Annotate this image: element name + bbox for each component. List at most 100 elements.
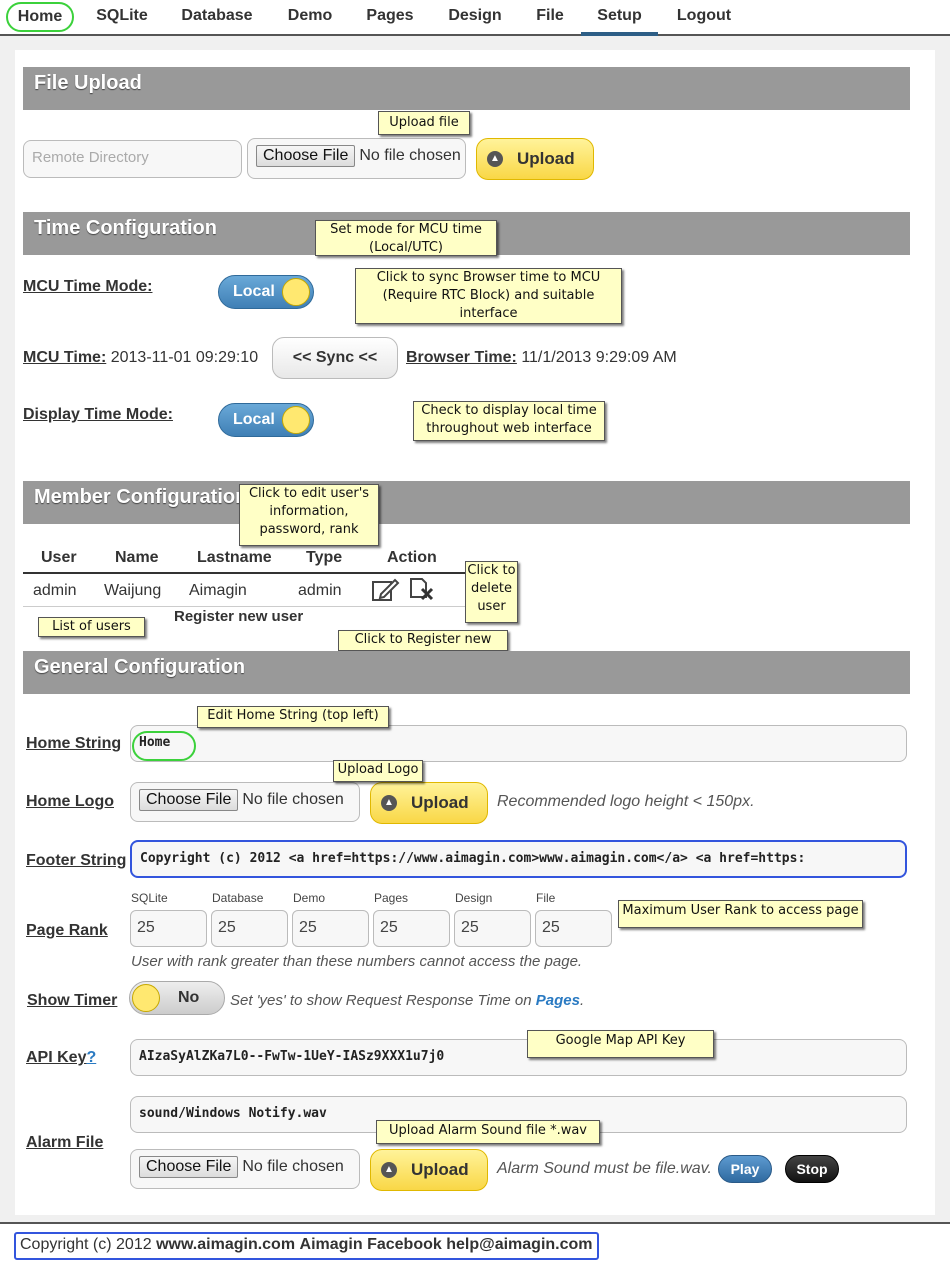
rank-label-database: Database (212, 891, 264, 905)
callout-sync: Click to sync Browser time to MCU (Requi… (355, 268, 622, 324)
home-string-highlight (132, 731, 196, 761)
alarm-hint: Alarm Sound must be file.wav. (497, 1160, 712, 1177)
stop-button[interactable]: Stop (785, 1155, 839, 1183)
no-file-text: No file chosen (359, 147, 461, 164)
footer-string-label: Footer String (26, 852, 127, 869)
col-lastname: Lastname (197, 549, 272, 566)
display-time-mode-label: Display Time Mode: (23, 406, 173, 423)
chevron-up-icon: ▲ (381, 1162, 397, 1178)
rank-input-file[interactable]: 25 (535, 910, 612, 947)
section-member-config: Member Configuration (23, 481, 910, 524)
callout-register: Click to Register new (338, 630, 508, 651)
choose-file-button[interactable]: Choose File (256, 145, 356, 167)
rank-label-demo: Demo (293, 891, 326, 905)
choose-file-button[interactable]: Choose File (139, 1156, 239, 1178)
toggle-knob (282, 406, 310, 434)
display-time-mode-toggle[interactable]: Local (218, 403, 314, 437)
callout-upload-file: Upload file (378, 111, 470, 135)
api-key-help-link[interactable]: ? (86, 1049, 96, 1066)
alarm-file-label: Alarm File (26, 1134, 104, 1151)
browser-time-value: 11/1/2013 9:29:09 AM (521, 349, 677, 366)
callout-api-key: Google Map API Key (527, 1030, 714, 1058)
mcu-time-value: 2013-11-01 09:29:10 (110, 349, 259, 366)
callout-alarm: Upload Alarm Sound file *.wav (376, 1120, 600, 1144)
logo-upload-button[interactable]: ▲ Upload (370, 782, 488, 824)
no-file-text: No file chosen (242, 1158, 344, 1175)
mcu-time-row: MCU Time: 2013-11-01 09:29:10 (23, 349, 258, 367)
table-row: admin Waijung Aimagin admin (23, 574, 473, 607)
callout-home-string: Edit Home String (top left) (197, 706, 389, 728)
file-chooser[interactable]: Choose File No file chosen (247, 138, 466, 179)
rank-label-pages: Pages (374, 891, 409, 905)
nav-file[interactable]: File (528, 4, 572, 32)
show-timer-toggle[interactable]: No (129, 981, 225, 1015)
rank-label-design: Design (455, 891, 493, 905)
callout-rank: Maximum User Rank to access page (618, 900, 863, 928)
nav-logout[interactable]: Logout (668, 4, 740, 32)
home-string-input[interactable]: Home (130, 725, 907, 762)
show-timer-label: Show Timer (27, 992, 118, 1009)
alarm-upload-button[interactable]: ▲ Upload (370, 1149, 488, 1191)
rank-label-file: File (536, 891, 556, 905)
delete-icon[interactable] (408, 577, 436, 603)
nav-pages[interactable]: Pages (358, 4, 422, 32)
callout-display-mode: Check to display local time throughout w… (413, 401, 605, 441)
footer-link-facebook[interactable]: Aimagin Facebook (300, 1236, 442, 1253)
browser-time-label: Browser Time: (406, 349, 517, 366)
remote-directory-input[interactable]: Remote Directory (23, 140, 242, 178)
edit-icon[interactable] (371, 577, 401, 603)
no-file-text: No file chosen (242, 791, 344, 808)
footer-string-input[interactable]: Copyright (c) 2012 <a href=https://www.a… (130, 840, 907, 878)
chevron-up-icon: ▲ (381, 795, 397, 811)
nav-sqlite[interactable]: SQLite (90, 4, 154, 32)
footer: Copyright (c) 2012 www.aimagin.com Aimag… (0, 1222, 950, 1263)
nav-home[interactable]: Home (6, 2, 74, 32)
footer-text: Copyright (c) 2012 www.aimagin.com Aimag… (14, 1232, 599, 1260)
rank-hint: User with rank greater than these number… (131, 953, 583, 970)
alarm-file-chooser[interactable]: Choose File No file chosen (130, 1149, 360, 1189)
toggle-knob (282, 278, 310, 306)
nav-design[interactable]: Design (440, 4, 510, 32)
logo-file-chooser[interactable]: Choose File No file chosen (130, 782, 360, 822)
section-general-config: General Configuration (23, 651, 910, 694)
callout-list-users: List of users (38, 617, 145, 637)
rank-input-demo[interactable]: 25 (292, 910, 369, 947)
sync-button[interactable]: << Sync << (272, 337, 398, 379)
toggle-knob (132, 984, 160, 1012)
col-name: Name (115, 549, 159, 566)
nav-demo[interactable]: Demo (280, 4, 340, 32)
mcu-time-mode-toggle[interactable]: Local (218, 275, 314, 309)
col-user: User (41, 549, 77, 566)
callout-edit-user: Click to edit user's information, passwo… (239, 484, 379, 546)
browser-time-row: Browser Time: 11/1/2013 9:29:09 AM (406, 349, 677, 367)
col-action: Action (387, 549, 437, 566)
rank-input-database[interactable]: 25 (211, 910, 288, 947)
rank-input-design[interactable]: 25 (454, 910, 531, 947)
section-file-upload: File Upload (23, 67, 910, 110)
footer-link-email[interactable]: help@aimagin.com (446, 1236, 592, 1253)
play-button[interactable]: Play (718, 1155, 772, 1183)
page-rank-label: Page Rank (26, 922, 108, 939)
api-key-input[interactable]: AIzaSyAlZKa7L0--FwTw-1UeY-IASz9XXX1u7j0 (130, 1039, 907, 1076)
register-new-user-link[interactable]: Register new user (174, 608, 303, 625)
api-key-label: API Key? (26, 1049, 97, 1066)
nav-database[interactable]: Database (172, 4, 262, 32)
rank-input-pages[interactable]: 25 (373, 910, 450, 947)
choose-file-button[interactable]: Choose File (139, 789, 239, 811)
home-string-label: Home String (26, 735, 122, 752)
chevron-up-icon: ▲ (487, 151, 503, 167)
pages-link[interactable]: Pages (536, 992, 580, 1009)
rank-input-sqlite[interactable]: 25 (130, 910, 207, 947)
timer-hint: Set 'yes' to show Request Response Time … (230, 992, 585, 1009)
mcu-time-mode-label: MCU Time Mode: (23, 278, 153, 295)
rank-label-sqlite: SQLite (131, 891, 168, 905)
home-logo-label: Home Logo (26, 793, 114, 810)
nav-setup[interactable]: Setup (581, 4, 658, 36)
upload-button[interactable]: ▲ Upload (476, 138, 594, 180)
top-nav: Home SQLite Database Demo Pages Design F… (0, 0, 950, 36)
logo-hint: Recommended logo height < 150px. (497, 793, 755, 810)
callout-delete-user: Click to delete user (465, 561, 518, 623)
callout-mcu-mode: Set mode for MCU time (Local/UTC) (315, 220, 497, 256)
footer-link-aimagin[interactable]: www.aimagin.com (156, 1236, 295, 1253)
callout-logo: Upload Logo (333, 760, 423, 782)
